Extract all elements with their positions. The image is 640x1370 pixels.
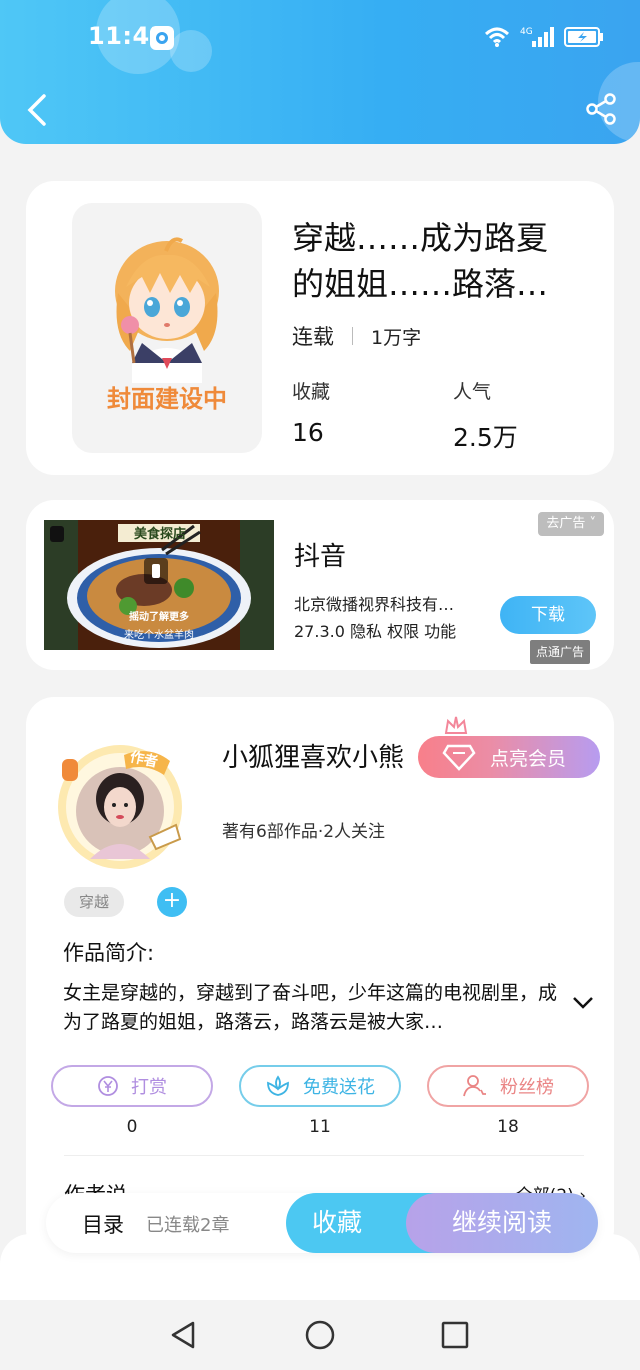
fans-count: 18 <box>497 1117 519 1137</box>
chevron-left-icon <box>27 94 46 126</box>
reward-button[interactable]: 打赏 <box>51 1065 213 1107</box>
flower-icon <box>267 1075 289 1096</box>
yen-icon <box>98 1076 118 1096</box>
book-title: 穿越……成为路夏的姐姐……路落… <box>292 219 549 303</box>
chevron-down-icon <box>573 997 593 1009</box>
fans-rank-button[interactable]: 粉丝榜 <box>427 1065 589 1107</box>
chevron-down-icon: ˅ <box>589 516 597 531</box>
reward-count: 0 <box>126 1117 138 1137</box>
status-bar: 11:43 4G <box>0 18 640 58</box>
ad-app-name: 抖音 <box>294 542 347 572</box>
back-button[interactable] <box>22 92 50 128</box>
author-works-info: 著有6部作品·2人关注 <box>222 822 386 842</box>
system-icons: 4G <box>484 22 604 52</box>
remove-ad-button[interactable]: 去广告 ˅ <box>538 512 604 536</box>
bottom-action-bar: 目录 已连载2章 收藏 继续阅读 <box>46 1193 598 1253</box>
continue-reading-button[interactable]: 继续阅读 <box>406 1193 598 1253</box>
author-avatar[interactable]: 作者 <box>54 741 186 873</box>
intro-text: 女主是穿越的，穿越到了奋斗吧，少年这篇的电视剧里，成为了路夏的姐姐，路落云，路落… <box>63 982 558 1033</box>
battery-icon <box>564 27 603 47</box>
ad-company: 北京微播视界科技有… <box>294 595 455 614</box>
stat-value: 16 <box>292 418 324 447</box>
nav-recents-icon[interactable] <box>441 1321 469 1349</box>
ad-source-badge: 点通广告 <box>530 640 591 664</box>
nav-home-icon[interactable] <box>304 1319 336 1351</box>
crown-icon <box>444 716 468 734</box>
toc-button[interactable]: 目录 <box>82 1209 124 1239</box>
ad-image-subcaption: 来吃个水盆羊肉 <box>124 630 194 641</box>
fans-rank-label: 粉丝榜 <box>500 1077 554 1098</box>
stat-value: 2.5万 <box>453 423 518 452</box>
section-divider <box>64 1155 584 1156</box>
ad-download-button[interactable]: 下载 <box>500 596 596 634</box>
ad-version-info[interactable]: 27.3.0 隐私 权限 功能 <box>294 618 456 642</box>
fans-icon <box>463 1075 486 1097</box>
nav-back-icon[interactable] <box>169 1320 197 1350</box>
share-button[interactable] <box>584 92 618 126</box>
vip-label: 点亮会员 <box>490 747 567 770</box>
cover-illustration <box>115 237 219 383</box>
system-nav-bar <box>0 1300 640 1370</box>
genre-tag[interactable]: 穿越 <box>64 887 124 917</box>
ad-image[interactable]: 美食探店 摇动了解更多 来吃个水盆羊肉 <box>44 520 274 650</box>
stat-label: 人气 <box>453 381 492 403</box>
remove-ad-label: 去广告 <box>546 516 586 531</box>
wifi-icon <box>484 27 510 47</box>
network-type: 4G <box>520 27 533 37</box>
stat-label: 收藏 <box>292 381 331 403</box>
app-notification-icon <box>150 26 174 50</box>
reward-label: 打赏 <box>131 1077 167 1098</box>
share-icon <box>586 93 616 125</box>
stat-favorites: 收藏 16 <box>292 377 330 447</box>
cover-placeholder-text: 封面建设中 <box>107 385 227 413</box>
header: 11:43 4G <box>0 0 640 144</box>
book-meta: 连载 1万字 <box>292 321 421 351</box>
intro-label: 作品简介: <box>63 941 155 965</box>
send-flower-label: 免费送花 <box>303 1077 375 1098</box>
signal-icon: 4G <box>520 27 554 47</box>
ad-card[interactable]: 美食探店 摇动了解更多 来吃个水盆羊肉 抖音 北京微播视界科技有… 27.3.0… <box>26 500 614 670</box>
author-card: 作者 小狐狸喜欢小熊 点亮会员 著有6部作品·2人关注 穿越 + 作品简介: 女… <box>26 697 614 1257</box>
expand-intro-button[interactable] <box>572 995 594 1014</box>
book-info-card: 封面建设中 穿越……成为路夏的姐姐……路落… 连载 1万字 收藏 16 人气 2… <box>26 181 614 475</box>
add-tag-button[interactable]: + <box>157 887 187 917</box>
diamond-icon <box>442 744 476 771</box>
vip-button[interactable]: 点亮会员 <box>418 736 600 778</box>
stat-popularity: 人气 2.5万 <box>453 377 518 454</box>
chapter-count[interactable]: 已连载2章 <box>146 1211 229 1237</box>
avatar-image <box>58 745 182 869</box>
book-status: 连载 <box>292 325 334 349</box>
meta-divider <box>352 327 353 345</box>
ad-sign-text: 美食探店 <box>133 527 186 542</box>
flower-count: 11 <box>309 1117 331 1137</box>
book-cover[interactable]: 封面建设中 <box>72 203 262 453</box>
word-count: 1万字 <box>371 326 422 349</box>
ad-image-caption: 摇动了解更多 <box>129 612 189 623</box>
send-flower-button[interactable]: 免费送花 <box>239 1065 401 1107</box>
author-name[interactable]: 小狐狸喜欢小熊 <box>222 737 422 774</box>
